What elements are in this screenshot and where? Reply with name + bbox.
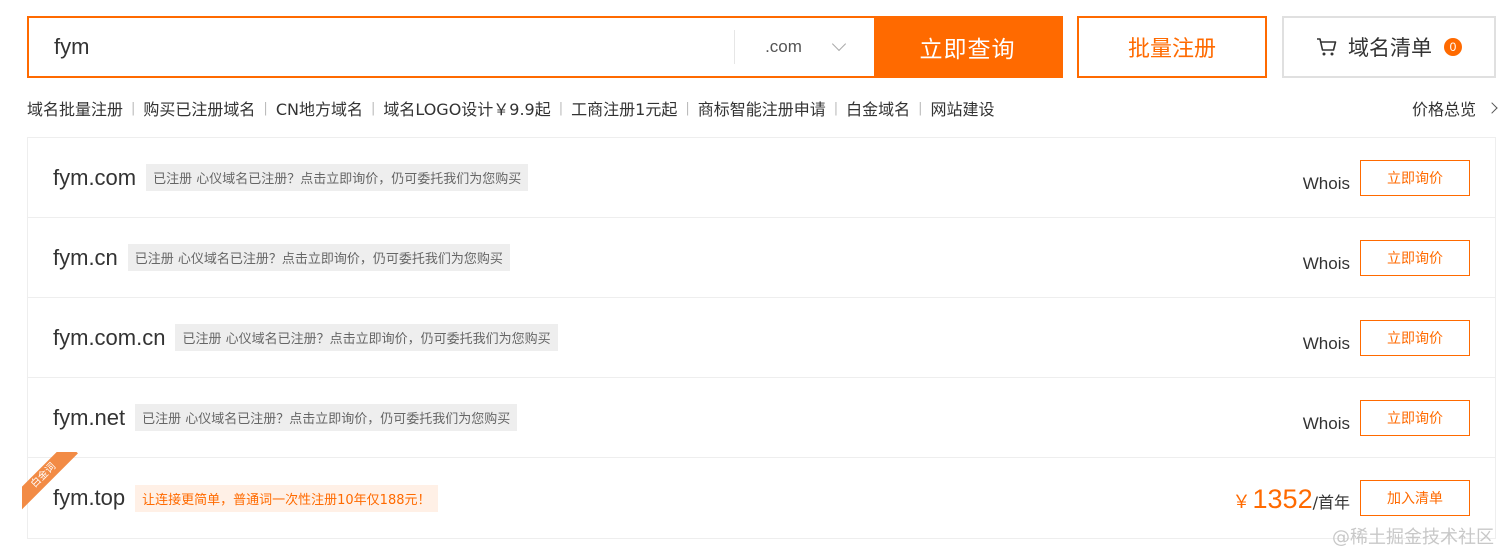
price-currency: ￥ <box>1232 492 1251 512</box>
link-buy-registered[interactable]: 购买已注册域名 <box>143 96 255 120</box>
domain-name: fym.com.cn <box>53 324 166 350</box>
platinum-ribbon: 白金词 <box>22 452 80 510</box>
cart-count-badge: 0 <box>1444 38 1462 56</box>
domain-name: fym.com <box>53 164 137 190</box>
inquire-button[interactable]: 立即询价 <box>1360 400 1470 436</box>
status-tag: 已注册 心仪域名已注册？点击立即询价，仍可委托我们为您购买 <box>175 324 558 351</box>
suffix-select[interactable]: .com <box>734 30 874 64</box>
price-amount: 1352 <box>1252 484 1313 514</box>
divider: | <box>370 100 376 116</box>
result-row: fym.com 已注册 心仪域名已注册？点击立即询价，仍可委托我们为您购买 Wh… <box>28 138 1495 218</box>
price: ￥ 1352 /首年 <box>1233 484 1350 515</box>
inquire-button[interactable]: 立即询价 <box>1360 240 1470 276</box>
chevron-down-icon <box>831 36 846 52</box>
link-business-register[interactable]: 工商注册1元起 <box>571 96 677 120</box>
link-trademark[interactable]: 商标智能注册申请 <box>698 96 826 120</box>
domain-name: fym.cn <box>53 244 118 270</box>
result-row: 白金词 fym.top 让连接更简单，普通词一次性注册10年仅188元！ ￥ 1… <box>22 452 1495 538</box>
ribbon-label: 白金词 <box>22 452 78 510</box>
batch-register-button[interactable]: 批量注册 <box>1077 16 1267 78</box>
domain-name: fym.net <box>53 404 126 430</box>
inquire-button[interactable]: 立即询价 <box>1360 320 1470 356</box>
status-tag: 已注册 心仪域名已注册？点击立即询价，仍可委托我们为您购买 <box>127 244 510 271</box>
link-platinum-domain[interactable]: 白金域名 <box>846 96 910 120</box>
search-button[interactable]: 立即查询 <box>874 18 1061 76</box>
divider: | <box>918 100 923 116</box>
link-website-build[interactable]: 网站建设 <box>931 96 995 120</box>
status-tag: 已注册 心仪域名已注册？点击立即询价，仍可委托我们为您购买 <box>135 404 518 431</box>
suffix-selected: .com <box>765 37 802 56</box>
domain-search-box: .com 立即查询 <box>27 16 1063 78</box>
whois-link[interactable]: Whois <box>1303 174 1350 194</box>
link-cn-local[interactable]: CN地方域名 <box>276 96 363 120</box>
divider: | <box>558 100 564 116</box>
price-unit: /首年 <box>1312 493 1350 512</box>
divider: | <box>685 100 690 116</box>
result-row: fym.com.cn 已注册 心仪域名已注册？点击立即询价，仍可委托我们为您购买… <box>28 298 1495 378</box>
price-overview-link[interactable]: 价格总览 <box>1411 96 1498 120</box>
status-tag: 已注册 心仪域名已注册？点击立即询价，仍可委托我们为您购买 <box>146 164 529 191</box>
whois-link[interactable]: Whois <box>1303 414 1350 434</box>
result-row: fym.cn 已注册 心仪域名已注册？点击立即询价，仍可委托我们为您购买 Who… <box>28 218 1495 298</box>
domain-list-label: 域名清单 <box>1348 36 1432 60</box>
inquire-button[interactable]: 立即询价 <box>1360 160 1470 196</box>
promo-tag: 让连接更简单，普通词一次性注册10年仅188元！ <box>135 484 438 512</box>
cart-icon <box>1317 38 1337 56</box>
domain-list-button[interactable]: 域名清单 0 <box>1282 16 1496 78</box>
watermark: @稀土掘金技术社区 <box>1332 527 1494 548</box>
quick-links: 域名批量注册 | 购买已注册域名 | CN地方域名 | 域名LOGO设计￥9.9… <box>27 96 995 120</box>
price-overview-label: 价格总览 <box>1411 100 1476 119</box>
divider: | <box>263 100 268 116</box>
whois-link[interactable]: Whois <box>1303 254 1350 274</box>
link-logo-design[interactable]: 域名LOGO设计￥9.9起 <box>383 96 550 120</box>
link-batch-register[interactable]: 域名批量注册 <box>27 96 123 120</box>
whois-link[interactable]: Whois <box>1303 334 1350 354</box>
result-row: fym.net 已注册 心仪域名已注册？点击立即询价，仍可委托我们为您购买 Wh… <box>28 378 1495 458</box>
search-input[interactable] <box>29 18 734 76</box>
chevron-right-icon <box>1486 102 1498 114</box>
divider: | <box>833 100 839 116</box>
add-to-list-button[interactable]: 加入清单 <box>1360 480 1470 516</box>
divider: | <box>131 100 136 116</box>
results-list: fym.com 已注册 心仪域名已注册？点击立即询价，仍可委托我们为您购买 Wh… <box>22 137 1496 539</box>
